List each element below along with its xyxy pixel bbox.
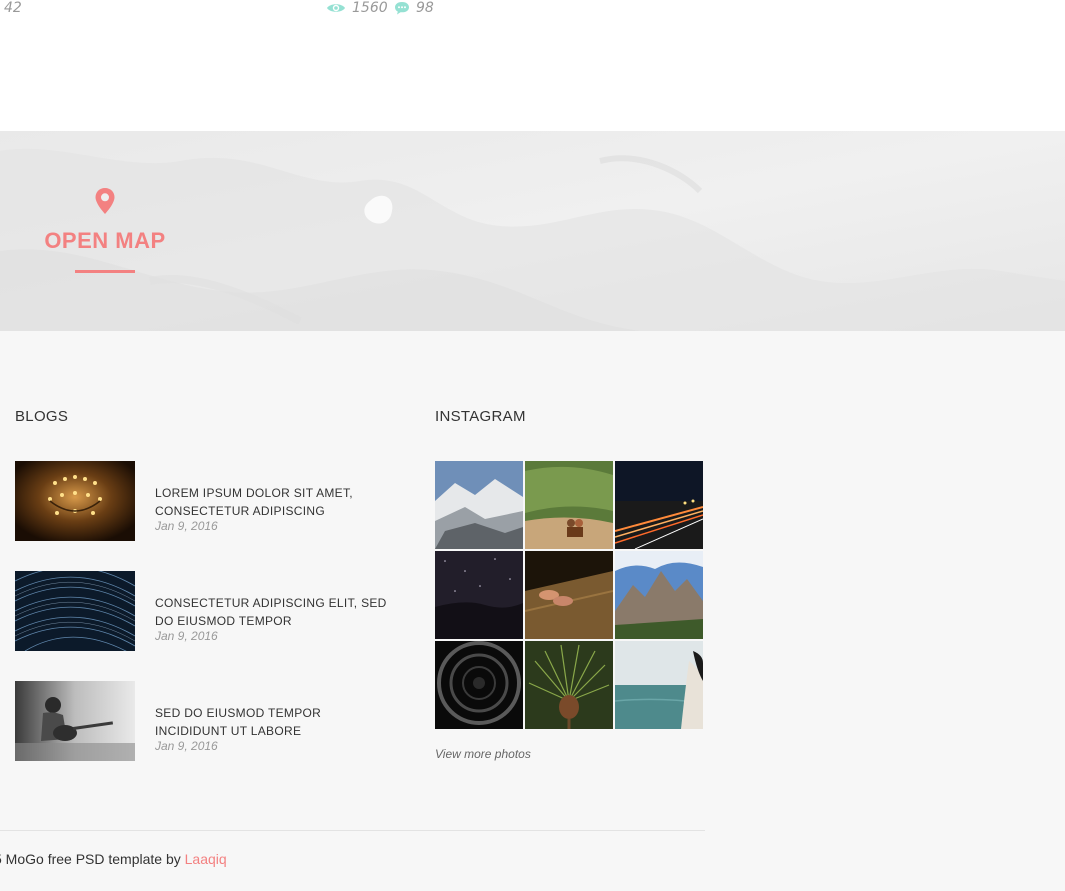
blog-thumbnail-star-trails[interactable] — [15, 571, 135, 651]
open-map-underline — [75, 270, 135, 273]
instagram-photo-feet-wood[interactable] — [525, 551, 613, 639]
instagram-heading: INSTAGRAM — [435, 408, 526, 425]
blogs-heading: BLOGS — [15, 408, 69, 425]
open-map-button[interactable]: OPEN MAP — [0, 131, 210, 331]
blog-date: Jan 9, 2016 — [155, 519, 218, 533]
blog-thumbnail-chandelier[interactable] — [15, 461, 135, 541]
map-pin-icon — [94, 187, 116, 215]
instagram-photo-couple-hill[interactable] — [525, 461, 613, 549]
instagram-photo-night-highway[interactable] — [615, 461, 703, 549]
blog-date: Jan 9, 2016 — [155, 629, 218, 643]
blog-title[interactable]: CONSECTETUR ADIPISCING ELIT, SED DO EIUS… — [155, 594, 395, 630]
map-section: OPEN MAP — [0, 131, 1065, 331]
views-count: 1560 — [352, 0, 388, 16]
blog-thumbnail-guitar[interactable] — [15, 681, 135, 761]
views-stat: 1560 — [326, 0, 388, 16]
instagram-photo-sea-view[interactable] — [615, 641, 703, 729]
post-stat-count: 42 — [4, 0, 22, 16]
blog-item[interactable]: SED DO EIUSMOD TEMPOR INCIDIDUNT UT LABO… — [15, 681, 395, 761]
instagram-photo-rocky-peaks[interactable] — [615, 551, 703, 639]
copyright-text: 5 MoGo free PSD template by Laaqiq — [0, 851, 227, 867]
comments-count: 98 — [416, 0, 434, 16]
blog-item[interactable]: CONSECTETUR ADIPISCING ELIT, SED DO EIUS… — [15, 571, 395, 651]
instagram-photo-starry-sky[interactable] — [435, 551, 523, 639]
copyright-prefix: 5 MoGo free PSD template by — [0, 851, 185, 867]
footer-divider — [0, 830, 705, 831]
post-stats-strip: 42 1560 98 — [0, 0, 1065, 131]
instagram-photo-snowy-mountain[interactable] — [435, 461, 523, 549]
open-map-label: OPEN MAP — [44, 228, 166, 253]
blog-title[interactable]: LOREM IPSUM DOLOR SIT AMET, CONSECTETUR … — [155, 484, 395, 520]
author-link[interactable]: Laaqiq — [185, 851, 227, 867]
footer-widgets: BLOGS INSTAGRAM LOREM IPSUM DOLOR SIT AM… — [0, 331, 1065, 891]
blog-date: Jan 9, 2016 — [155, 739, 218, 753]
view-more-photos-link[interactable]: View more photos — [435, 747, 531, 761]
post-stat-count-value: 42 — [4, 0, 22, 16]
eye-icon — [326, 2, 346, 14]
blog-title[interactable]: SED DO EIUSMOD TEMPOR INCIDIDUNT UT LABO… — [155, 704, 395, 740]
comments-stat: 98 — [394, 0, 434, 16]
instagram-photo-pine-cone[interactable] — [525, 641, 613, 729]
instagram-grid — [435, 461, 703, 729]
speech-bubble-icon — [394, 1, 410, 15]
instagram-photo-tunnel[interactable] — [435, 641, 523, 729]
blog-item[interactable]: LOREM IPSUM DOLOR SIT AMET, CONSECTETUR … — [15, 461, 395, 541]
